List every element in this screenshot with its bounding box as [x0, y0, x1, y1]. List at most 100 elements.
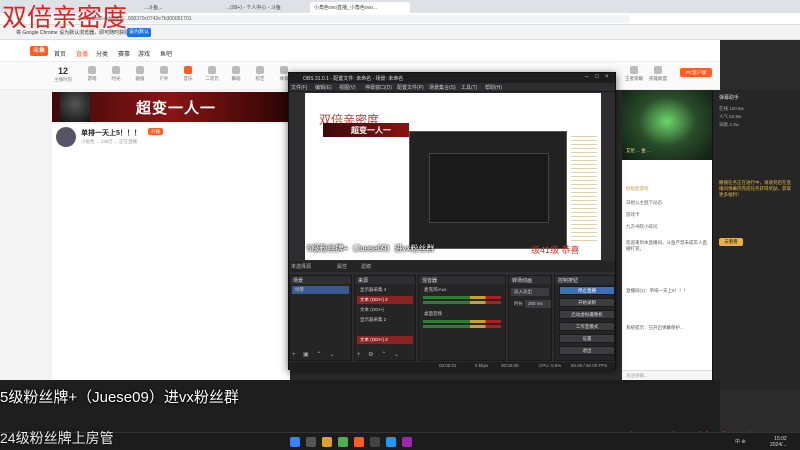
maximize-icon[interactable]: □	[595, 74, 599, 80]
nav-events[interactable]: 赛事	[118, 49, 130, 58]
category-item[interactable]: 二次元	[200, 66, 224, 82]
dock-title: 转场动画	[509, 276, 551, 284]
properties-button[interactable]: 属性	[337, 263, 347, 270]
exit-button[interactable]: 退出	[559, 346, 615, 355]
audio-meter	[423, 320, 501, 323]
duration-input[interactable]: 300 ms	[525, 300, 551, 308]
source-item[interactable]: 文本 (GDI+)	[357, 306, 413, 314]
assistant-task-text: 撒播任务正在进行中，请收到后在直播间弹幕内完成任务获得奖励，获取更多福利！	[719, 180, 791, 197]
player-area[interactable]	[52, 150, 289, 380]
file-explorer-icon[interactable]	[322, 437, 332, 447]
menu-edit[interactable]: 编辑(E)	[315, 84, 332, 91]
settings-button[interactable]: 设置	[559, 334, 615, 343]
category-item[interactable]: 颜值	[128, 66, 152, 82]
category-item[interactable]: 音乐	[176, 66, 200, 82]
nav-live[interactable]: 直播	[76, 49, 88, 58]
close-icon[interactable]: ×	[605, 74, 609, 80]
pc-client-button[interactable]: PC客户端	[680, 68, 712, 77]
app-icon[interactable]	[386, 437, 396, 447]
obs-status-bar: 00:00:01 0 kbps 00:00:00 CPU: 0.6% 60.00…	[289, 362, 615, 370]
source-item[interactable]: 显示器采集 2	[357, 316, 413, 324]
preview-label: 艾伦 ... 金 ...	[626, 148, 651, 153]
category-item[interactable]: 综艺	[248, 66, 272, 82]
clock-date: 2024/...	[770, 442, 787, 448]
menu-profile[interactable]: 配置文件(P)	[397, 84, 424, 91]
filters-button[interactable]: 滤镜	[361, 263, 371, 270]
category-item[interactable]: 游戏	[80, 66, 104, 82]
scene-controls[interactable]: + ▣ ⌃ ⌄	[292, 351, 337, 358]
nav-home[interactable]: 首页	[54, 49, 66, 58]
audio-meter	[423, 301, 501, 304]
set-default-button[interactable]: 设为默认	[127, 28, 151, 37]
nav-category[interactable]: 分类	[96, 49, 108, 58]
obs-preview-canvas[interactable]: 双倍亲密度 超变一人一 5级粉丝牌+（Juese09）进vx粉丝群 级41级 恭…	[305, 93, 601, 260]
watermark-title: 双倍亲密度	[2, 3, 128, 32]
side-item[interactable]: 日相公主题下动态	[626, 200, 662, 206]
host-meta: 小角色 ... 138万 ... 正在直播	[81, 139, 138, 144]
stream-time: 00:00:01	[439, 363, 457, 368]
browser-tab[interactable]: ...斗鱼...	[140, 2, 220, 13]
source-controls[interactable]: + ⚙ ⌃ ⌄	[357, 351, 402, 358]
side-item[interactable]: 九方书院小碎问	[626, 224, 658, 230]
minimize-icon[interactable]: –	[585, 74, 588, 80]
app-icon[interactable]	[402, 437, 412, 447]
windows-taskbar: 中 ⊕ 15:02 2024/...	[0, 432, 800, 450]
menu-file[interactable]: 文件(F)	[291, 84, 307, 91]
category-icon	[88, 66, 96, 74]
douyu-icon[interactable]	[354, 437, 364, 447]
obs-title: OBS 31.0.1 - 配置文件: 未命名 - 场景: 未命名	[303, 76, 404, 82]
side-item[interactable]: 轻松起游戏	[626, 186, 649, 192]
douyu-logo[interactable]: 斗鱼	[30, 46, 48, 56]
audio-meter	[423, 325, 501, 328]
duration-label: 时长	[514, 301, 523, 306]
system-tray[interactable]: 中 ⊕	[735, 438, 746, 445]
menu-tools[interactable]: 工具(T)	[461, 84, 477, 91]
category-item[interactable]: 舞蹈	[224, 66, 248, 82]
date-caption: 主播时刻	[54, 77, 72, 82]
obs-icon[interactable]	[370, 437, 380, 447]
nav-games[interactable]: 游戏	[138, 49, 150, 58]
start-icon[interactable]	[290, 437, 300, 447]
clock[interactable]: 15:02 2024/...	[770, 436, 787, 448]
scenes-dock: 场景 场景 + ▣ ⌃ ⌄	[289, 275, 352, 361]
menu-view[interactable]: 视图(V)	[339, 84, 356, 91]
stop-streaming-button[interactable]: 停止直播	[559, 286, 615, 295]
chat-message: 系统提示：已开启弹幕保护...	[626, 325, 684, 330]
live-badge: 开播	[148, 128, 163, 135]
menu-docks[interactable]: 停靠窗口(D)	[365, 84, 392, 91]
avatar[interactable]	[56, 127, 76, 147]
studio-mode-button[interactable]: 工作室模式	[559, 322, 615, 331]
menu-help[interactable]: 帮助(H)	[485, 84, 502, 91]
side-item[interactable]: 游戏卡	[626, 212, 640, 218]
assistant-panel: 弹幕助手 在线 120.5w 人气 54.8w 贡献 4.3w 撒播任务正在进行…	[712, 90, 800, 390]
dock-title: 混音器	[419, 276, 505, 284]
virtual-camera-button[interactable]: 启动虚拟摄像机	[559, 310, 615, 319]
fps-readout: 60.00 / 60.00 FPS	[571, 363, 608, 368]
room-banner: 超变一人一	[52, 92, 289, 122]
transition-select[interactable]: 淡入淡出	[511, 288, 549, 296]
search-icon[interactable]	[306, 437, 316, 447]
chrome-icon[interactable]	[338, 437, 348, 447]
side-panel: 轻松起游戏 日相公主题下动态 游戏卡 九方书院小碎问 欢迎来到本直播间，斗鱼严禁…	[622, 160, 712, 380]
category-item[interactable]: 时光	[104, 66, 128, 82]
assistant-go-button[interactable]: 去看看	[719, 238, 743, 246]
category-item[interactable]: 王者荣耀	[622, 66, 646, 82]
source-item[interactable]: 显示器采集 4	[357, 286, 413, 294]
category-item[interactable]: 户外	[152, 66, 176, 82]
address-bar[interactable]: ...=20e0ba0-ddd6455...008370c0742e7b3000…	[70, 15, 630, 23]
browser-tab[interactable]: ...(99+) - 个人中心 - 斗鱼	[222, 2, 308, 13]
menu-scene-collection[interactable]: 场景集合(S)	[429, 84, 456, 91]
nav-fishbar[interactable]: 鱼吧	[160, 49, 172, 58]
source-item[interactable]: 文本 (GDI+) 2	[357, 296, 413, 304]
nested-banner: 超变一人一	[323, 123, 409, 137]
scene-item[interactable]: 场景	[292, 286, 349, 294]
source-item[interactable]: 文本 (GDI+) 3	[357, 336, 413, 344]
room-info: 单排一天上5！！！ 开播 小角色 ... 138万 ... 正在直播	[52, 124, 289, 150]
start-recording-button[interactable]: 开始录制	[559, 298, 615, 307]
browser-tab-active[interactable]: 小角色ovo直播_小角色ovo...	[310, 2, 410, 13]
category-icon	[112, 66, 120, 74]
chat-input[interactable]: 发送弹幕...	[622, 370, 712, 380]
category-item[interactable]: 英雄联盟	[646, 66, 670, 82]
category-icon	[184, 66, 192, 74]
stream-preview[interactable]: 艾伦 ... 金 ...	[622, 90, 712, 160]
